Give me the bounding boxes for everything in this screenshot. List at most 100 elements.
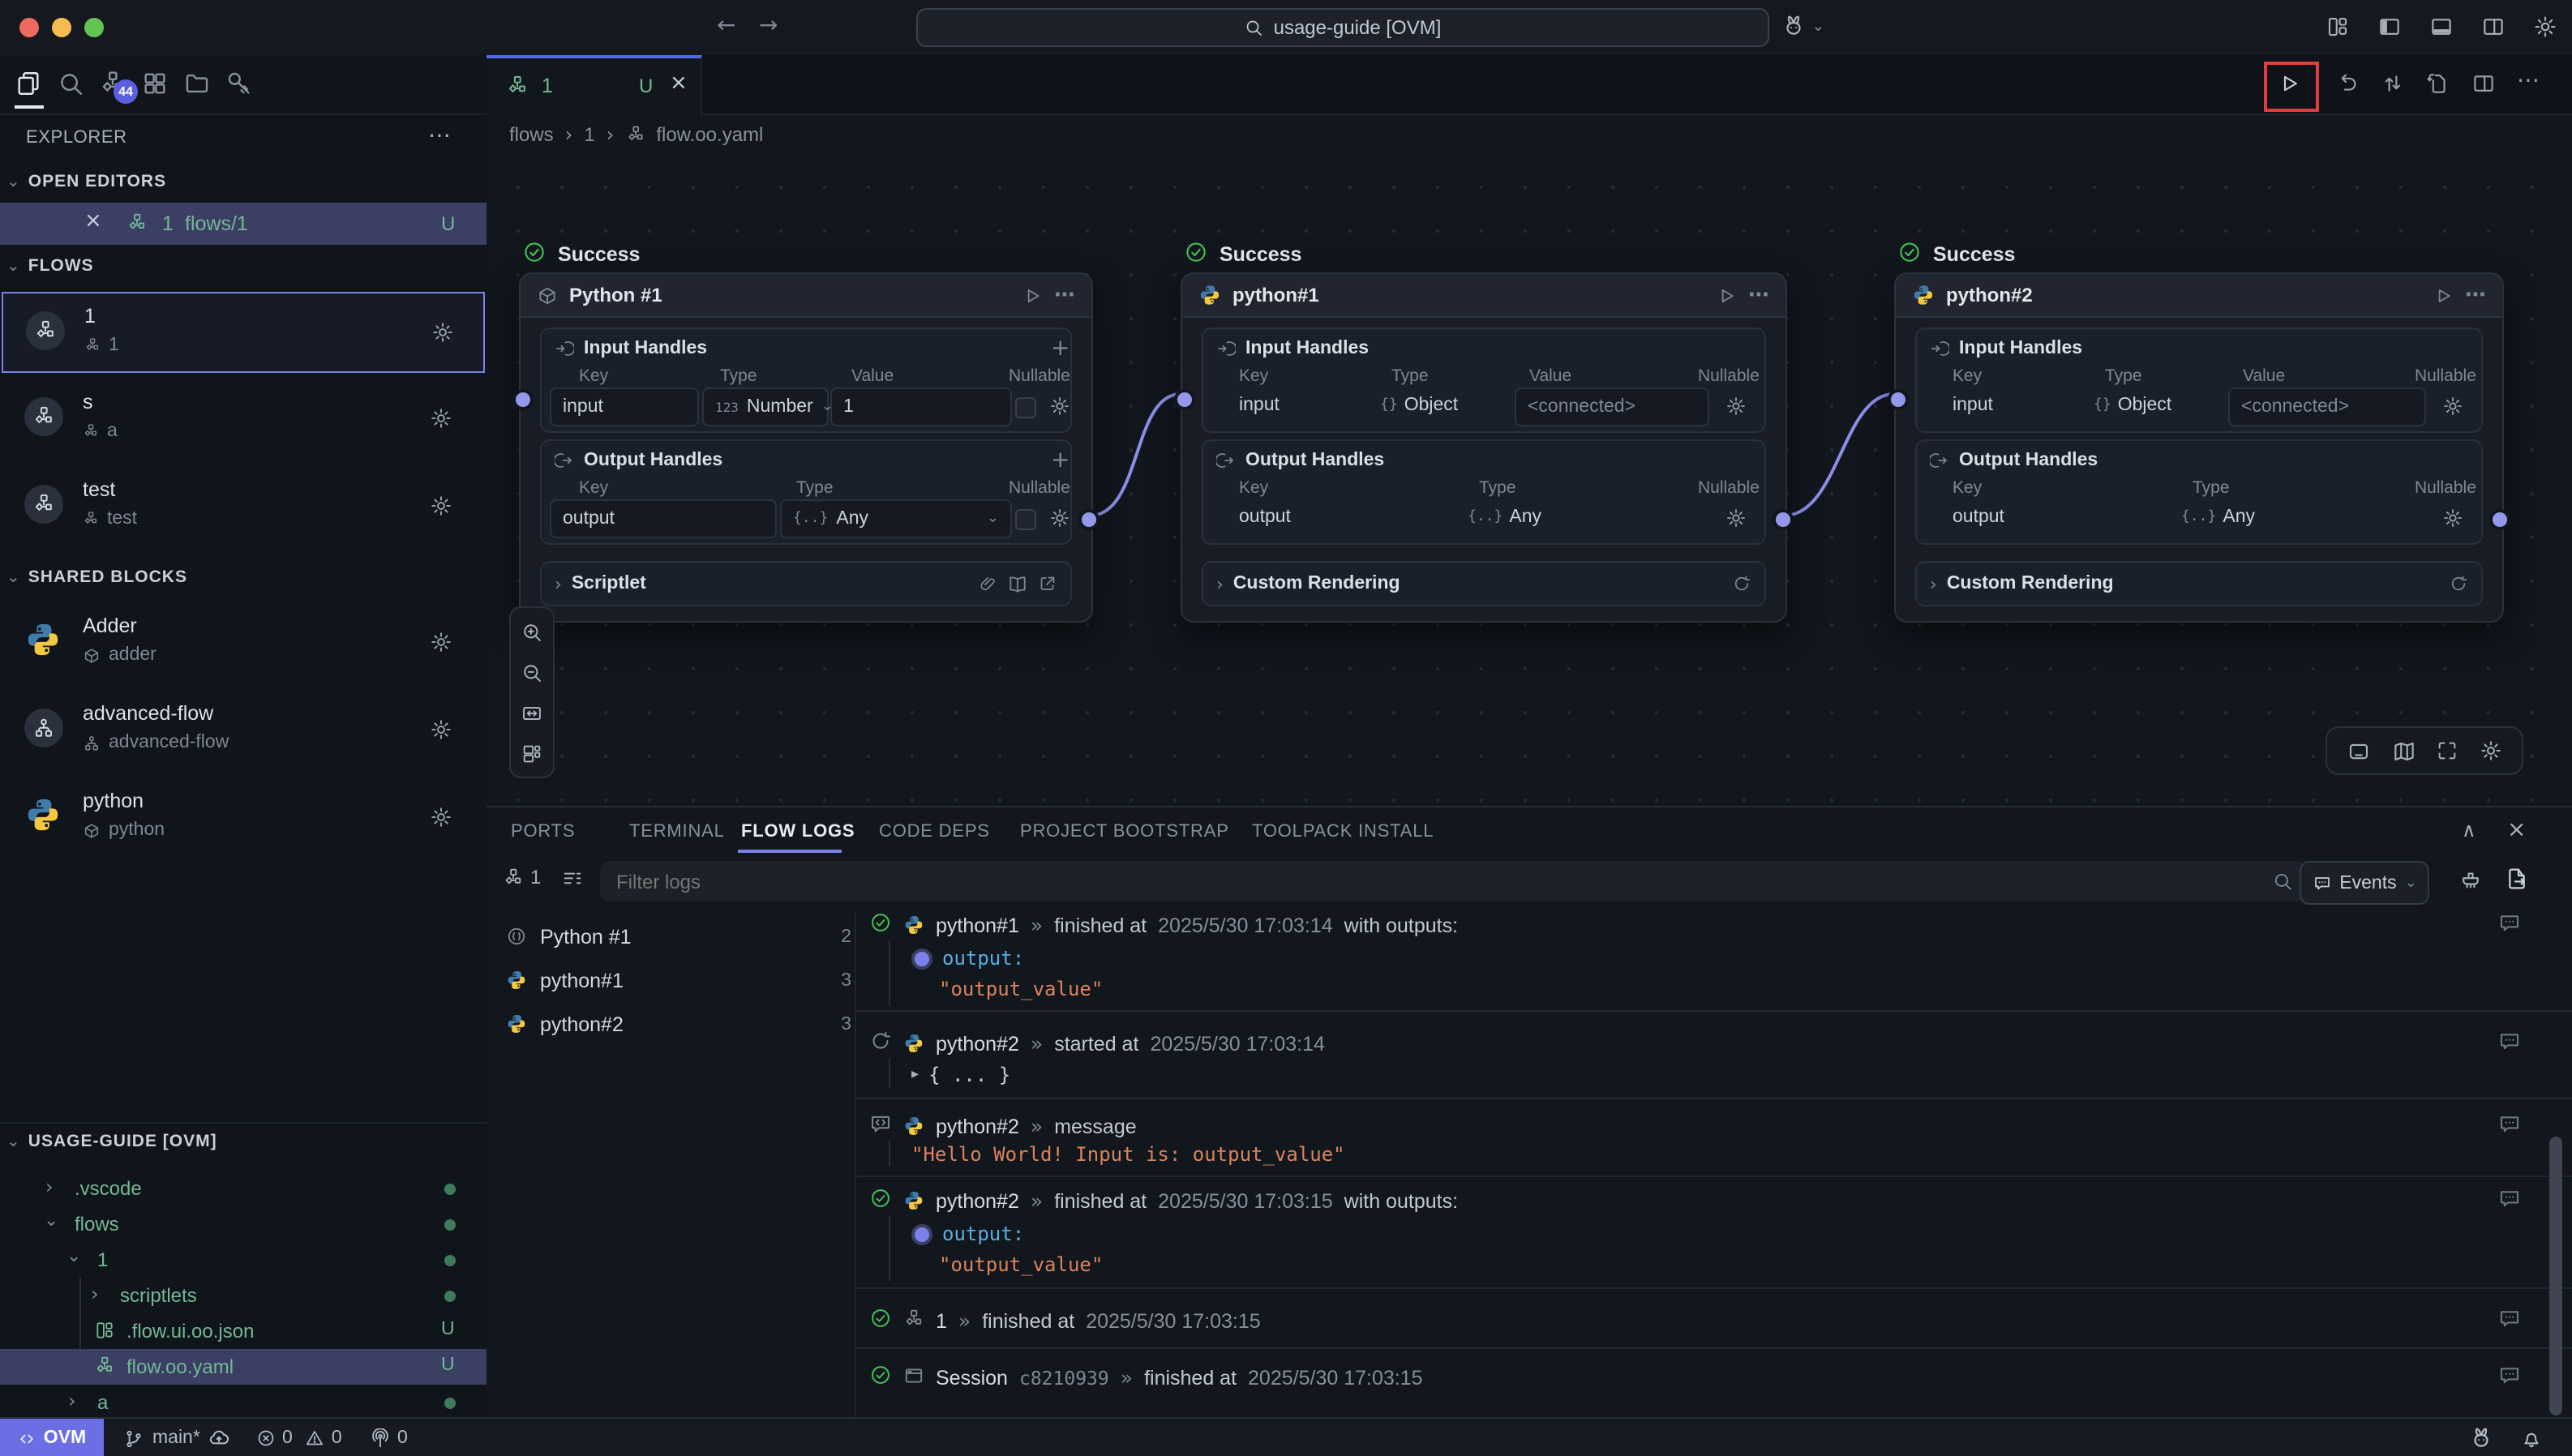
clear-logs-button[interactable] [2458, 867, 2483, 897]
refresh-icon[interactable] [2449, 574, 2468, 593]
gear-icon[interactable] [1049, 507, 1070, 533]
node-more-icon[interactable]: ⋯ [2465, 283, 2486, 307]
log-comment-icon[interactable] [2497, 1307, 2522, 1336]
input-type-select[interactable]: 123Number⌄ [702, 388, 829, 426]
flow-canvas[interactable]: Success Success Success Python #1 ⋯ Inpu… [487, 156, 2572, 806]
paperclip-icon[interactable] [978, 574, 997, 593]
panel-maximize-icon[interactable]: ∧ [2462, 819, 2476, 841]
settings-gear-icon[interactable] [2533, 15, 2557, 44]
input-value-field[interactable]: 1 [830, 388, 1012, 426]
git-branch-status[interactable]: main* [123, 1419, 231, 1456]
nav-forward-icon[interactable]: → [759, 13, 778, 39]
panel-tab-flow-logs[interactable]: FLOW LOGS [741, 822, 855, 841]
notifications-button[interactable] [2520, 1427, 2543, 1454]
output-handle-dot[interactable] [2489, 509, 2510, 530]
play-icon[interactable] [2433, 285, 2454, 306]
tree-item-scriptlets[interactable]: › scriptlets [0, 1278, 487, 1313]
log-comment-icon[interactable] [2497, 1364, 2522, 1393]
breadcrumb-flows[interactable]: flows [509, 123, 554, 146]
toggle-panel-button[interactable] [2429, 15, 2454, 44]
customize-layout-button[interactable] [2326, 15, 2350, 44]
nullable-checkbox[interactable] [1015, 509, 1036, 530]
editor-more-actions[interactable]: ⋯ [2517, 68, 2540, 94]
breadcrumb-1[interactable]: 1 [584, 123, 594, 146]
custom-rendering-section[interactable]: › Custom Rendering [1915, 561, 2483, 606]
flow-list-item-2[interactable]: s a [2, 379, 482, 457]
log-scrollbar[interactable] [2549, 1137, 2562, 1415]
explorer-more-icon[interactable]: ⋯ [428, 123, 451, 149]
breadcrumb-file[interactable]: flow.oo.yaml [656, 123, 763, 146]
log-comment-icon[interactable] [2497, 1187, 2522, 1216]
toggle-primary-sidebar-button[interactable] [2377, 15, 2402, 44]
chevron-down-icon[interactable]: ⌄ [6, 568, 20, 586]
gear-icon[interactable] [2442, 507, 2463, 533]
refresh-icon[interactable] [1732, 574, 1751, 593]
traffic-light-zoom[interactable] [84, 18, 104, 37]
log-entry[interactable]: 1 » finished at 2025/5/30 17:03:15 [869, 1307, 1261, 1334]
panel-tab-ports[interactable]: PORTS [511, 822, 575, 841]
expand-triangle-icon[interactable]: ▸ [911, 1067, 919, 1083]
gear-icon[interactable] [430, 631, 452, 658]
output-key-field[interactable]: output [550, 499, 777, 538]
shared-blocks-title[interactable]: SHARED BLOCKS [28, 567, 187, 587]
play-icon[interactable] [1022, 285, 1043, 306]
panel-tab-project-bootstrap[interactable]: PROJECT BOOTSTRAP [1020, 822, 1229, 841]
activity-search-icon[interactable] [57, 70, 84, 102]
gear-icon[interactable] [2479, 739, 2501, 762]
node-header[interactable]: python#2 ⋯ [1896, 274, 2502, 318]
input-handle-dot[interactable] [1174, 389, 1195, 410]
editor-tab-flow-1[interactable]: 1 U × [487, 55, 702, 117]
log-source-python-hash2[interactable]: python#2 3 [487, 1002, 874, 1046]
toggle-secondary-sidebar-button[interactable] [2481, 15, 2506, 44]
command-center-search[interactable]: usage-guide [OVM] [916, 8, 1769, 47]
split-editor-button[interactable] [2471, 71, 2496, 101]
problems-status[interactable]: 0 0 [256, 1419, 342, 1456]
log-source-python-hash1[interactable]: python#1 3 [487, 958, 874, 1002]
output-handle-dot[interactable] [1773, 509, 1794, 530]
zoom-in-button[interactable] [521, 621, 543, 649]
activity-blocks-icon[interactable] [141, 70, 169, 102]
fullscreen-icon[interactable] [2436, 739, 2458, 762]
events-filter-button[interactable]: Events ⌄ [2300, 861, 2429, 905]
tree-item-flows[interactable]: ⌄ flows [0, 1206, 487, 1242]
activity-explorer-icon[interactable] [15, 70, 42, 102]
auto-layout-button[interactable] [521, 743, 543, 770]
shared-block-adder[interactable]: Adder adder [2, 603, 482, 681]
output-type-select[interactable]: {..}Any⌄ [780, 499, 1012, 538]
gear-icon[interactable] [1049, 396, 1070, 422]
remote-indicator[interactable]: OVM [0, 1419, 104, 1456]
gear-icon[interactable] [1725, 396, 1747, 422]
tree-item-flow-ui-json[interactable]: .flow.ui.oo.json U [0, 1313, 487, 1349]
traffic-light-close[interactable] [19, 18, 39, 37]
tree-item-flow-yaml[interactable]: flow.oo.yaml U [0, 1349, 487, 1385]
flow-list-item-3[interactable]: test test [2, 467, 482, 545]
play-icon[interactable] [1716, 285, 1737, 306]
external-link-icon[interactable] [1038, 574, 1057, 593]
panel-tab-toolpack-install[interactable]: TOOLPACK INSTALL [1252, 822, 1434, 841]
add-input-button[interactable]: + [1051, 336, 1070, 362]
custom-rendering-section[interactable]: › Custom Rendering [1202, 561, 1766, 606]
toggle-panel-icon[interactable] [2347, 739, 2372, 763]
flows-section-title[interactable]: FLOWS [28, 256, 94, 276]
activity-folder-icon[interactable] [183, 70, 211, 102]
gear-icon[interactable] [431, 321, 454, 349]
log-object-preview[interactable]: { ... } [928, 1064, 1010, 1086]
export-logs-button[interactable] [2504, 866, 2530, 897]
ports-status[interactable]: 0 [370, 1419, 408, 1456]
shared-block-python[interactable]: python python [2, 778, 482, 856]
workspace-title[interactable]: USAGE-GUIDE [OVM] [28, 1132, 217, 1151]
gear-icon[interactable] [430, 718, 452, 746]
log-comment-icon[interactable] [2497, 911, 2522, 940]
tree-item-1[interactable]: ⌄ 1 [0, 1242, 487, 1278]
panel-tab-terminal[interactable]: TERMINAL [629, 822, 725, 841]
tree-item-a[interactable]: › a [0, 1385, 487, 1420]
log-entry[interactable]: python#1 » finished at 2025/5/30 17:03:1… [869, 911, 1458, 939]
open-editors-title[interactable]: OPEN EDITORS [28, 172, 166, 191]
node-python-hash1[interactable]: python#1 ⋯ Input Handles Key Type Value … [1181, 272, 1787, 623]
log-entry[interactable]: python#2 » started at 2025/5/30 17:03:14 [869, 1030, 1325, 1057]
chevron-down-icon[interactable]: ⌄ [6, 173, 20, 191]
gear-icon[interactable] [430, 407, 452, 435]
output-handle-dot[interactable] [1078, 509, 1100, 530]
assistant-status-button[interactable] [2468, 1425, 2494, 1456]
input-handle-dot[interactable] [512, 389, 534, 410]
